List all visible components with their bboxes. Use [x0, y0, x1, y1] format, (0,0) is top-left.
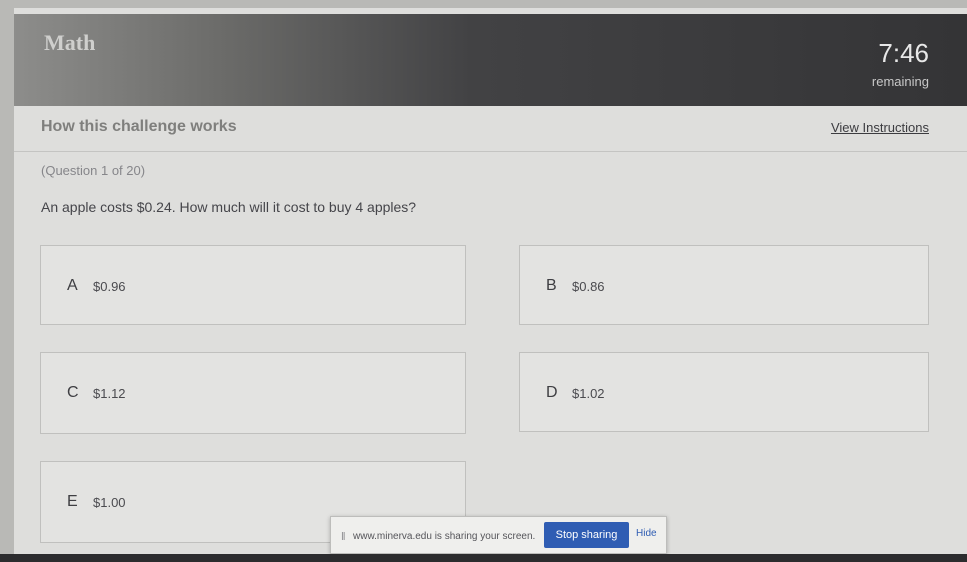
option-value: $0.86: [572, 279, 605, 294]
challenge-title: How this challenge works: [41, 118, 237, 135]
share-status-text: www.minerva.edu is sharing your screen.: [353, 531, 536, 542]
timer-label: remaining: [871, 74, 929, 89]
stop-sharing-button[interactable]: Stop sharing: [544, 522, 629, 548]
option-letter: C: [67, 384, 79, 401]
question-counter: (Question 1 of 20): [41, 163, 146, 178]
screen-share-bar: ‖ www.minerva.edu is sharing your screen…: [330, 516, 667, 554]
option-value: $1.02: [572, 386, 605, 401]
view-instructions-link[interactable]: View Instructions: [831, 120, 929, 135]
option-d[interactable]: D $1.02: [519, 352, 929, 432]
hide-button[interactable]: Hide: [636, 528, 657, 539]
option-letter: B: [546, 277, 557, 294]
option-value: $1.00: [93, 495, 126, 510]
subject-title: Math: [44, 30, 96, 55]
countdown-timer: 7:46: [878, 38, 929, 68]
question-text: An apple costs $0.24. How much will it c…: [41, 199, 417, 215]
option-a[interactable]: A $0.96: [40, 245, 466, 325]
quiz-screen: Math 7:46 remaining How this challenge w…: [14, 8, 967, 562]
option-b[interactable]: B $0.86: [519, 245, 929, 325]
option-letter: E: [67, 493, 78, 510]
pause-icon: ‖: [341, 531, 345, 543]
challenge-bar: How this challenge works View Instructio…: [14, 106, 967, 152]
monitor-bezel: [0, 554, 967, 562]
option-value: $1.12: [93, 386, 126, 401]
option-letter: A: [67, 277, 78, 294]
header-bar: Math 7:46 remaining: [14, 14, 967, 106]
option-letter: D: [546, 384, 558, 401]
option-c[interactable]: C $1.12: [40, 352, 466, 434]
option-value: $0.96: [93, 279, 126, 294]
